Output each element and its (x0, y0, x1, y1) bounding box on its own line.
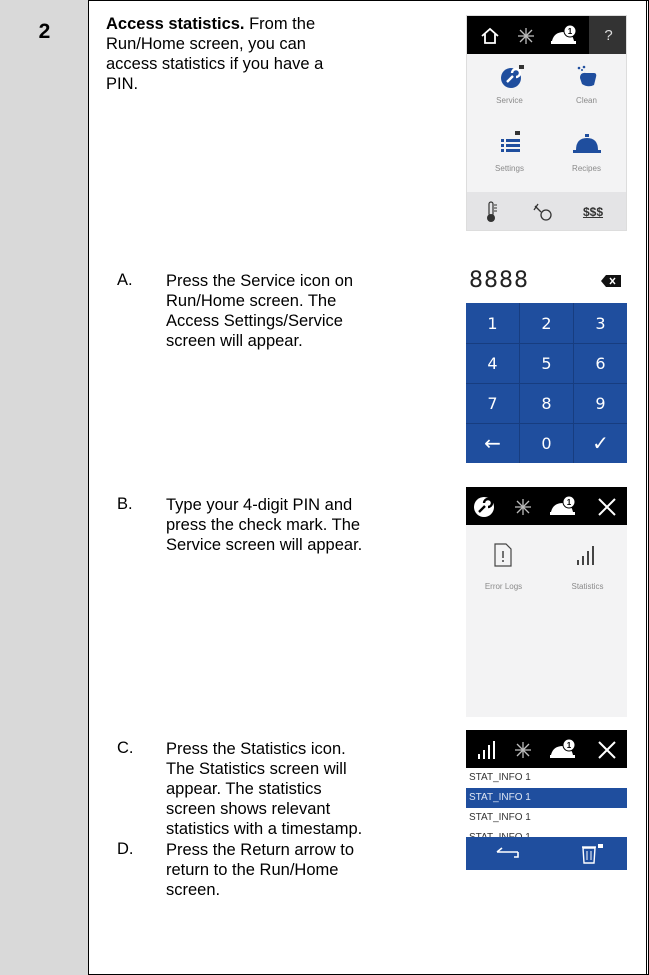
recipe-cloche-icon[interactable] (570, 128, 604, 158)
backspace-icon[interactable] (601, 274, 621, 287)
error-log-icon[interactable] (490, 542, 516, 568)
stat-row[interactable]: STAT_INFO 1 (466, 828, 627, 843)
delete-locked-icon[interactable] (578, 842, 606, 866)
substep-text-c: Press the Statistics icon. The Statistic… (166, 740, 363, 838)
keypad: 1 2 3 4 5 6 7 8 9 ← 0 ✓ (466, 303, 627, 463)
key-0[interactable]: 0 (520, 423, 573, 463)
home-screen: 1 ? Service Clean Settings Recipes $$$ (466, 15, 627, 231)
substep-letter-c: C. (117, 739, 134, 757)
statistics-screen: 1 STAT_INFO 1 STAT_INFO 1 STAT_INFO 1 ST… (466, 730, 627, 870)
intro-title: Access statistics. (106, 15, 245, 33)
home-top-bar: 1 ? (467, 16, 626, 54)
home-icon[interactable] (479, 25, 501, 47)
tile-label-error-logs: Error Logs (484, 582, 523, 591)
settings-list-icon[interactable] (497, 128, 527, 158)
tile-label-clean: Clean (576, 96, 597, 105)
stat-row[interactable]: STAT_INFO 1 (466, 768, 627, 788)
key-5[interactable]: 5 (520, 343, 573, 383)
statistics-footer (466, 837, 627, 870)
svg-text:1: 1 (568, 27, 573, 36)
substep-letter-d: D. (117, 840, 134, 858)
key-9[interactable]: 9 (574, 383, 627, 423)
cook-count-icon[interactable]: 1 (549, 23, 579, 47)
pin-display: 8888 (469, 268, 529, 293)
svg-text:1: 1 (567, 741, 572, 750)
cook-count-icon[interactable]: 1 (548, 494, 578, 518)
return-arrow-icon[interactable] (494, 843, 522, 865)
substep-letter-a: A. (117, 271, 133, 289)
key-8[interactable]: 8 (520, 383, 573, 423)
fan-icon[interactable] (512, 739, 534, 761)
intro-paragraph: Access statistics. From the Run/Home scr… (106, 14, 346, 94)
statistics-top-bar: 1 (466, 730, 627, 768)
step-number: 2 (38, 20, 51, 43)
substep-text-a: Press the Service icon on Run/Home scree… (166, 272, 354, 350)
substep-text-b: Type your 4-digit PIN and press the chec… (166, 496, 363, 554)
fan-icon[interactable] (512, 496, 534, 518)
service-wrench-icon[interactable] (497, 62, 527, 92)
key-6[interactable]: 6 (574, 343, 627, 383)
statistics-bars-icon (476, 739, 498, 761)
steam-icon[interactable]: $$$ (579, 202, 607, 222)
key-3[interactable]: 3 (574, 303, 627, 343)
stat-row-selected[interactable]: STAT_INFO 1 (466, 788, 627, 808)
help-icon[interactable]: ? (589, 16, 626, 54)
probe-icon[interactable] (531, 200, 555, 224)
tile-label-recipes: Recipes (572, 164, 601, 173)
service-wrench-icon (472, 495, 496, 519)
cook-count-icon[interactable]: 1 (548, 737, 578, 761)
substep-text-d: Press the Return arrow to return to the … (166, 841, 354, 899)
pin-screen: 8888 1 2 3 4 5 6 7 8 9 ← 0 ✓ (466, 260, 627, 463)
svg-text:1: 1 (567, 498, 572, 507)
key-1[interactable]: 1 (466, 303, 519, 343)
tile-label-service: Service (496, 96, 523, 105)
service-screen: 1 Error Logs Statistics (466, 487, 627, 717)
stat-row[interactable]: STAT_INFO 1 (466, 808, 627, 828)
table-right-border (646, 0, 647, 975)
thermometer-icon[interactable] (481, 200, 501, 224)
key-4[interactable]: 4 (466, 343, 519, 383)
substep-letter-b: B. (117, 495, 133, 513)
key-2[interactable]: 2 (520, 303, 573, 343)
home-bottom-bar: $$$ (467, 192, 626, 230)
check-mark-key[interactable]: ✓ (574, 423, 627, 463)
fan-icon[interactable] (515, 25, 537, 47)
close-icon[interactable] (594, 737, 620, 763)
clean-hand-icon[interactable] (572, 62, 602, 92)
tile-label-settings: Settings (495, 164, 524, 173)
service-top-bar: 1 (466, 487, 627, 525)
key-7[interactable]: 7 (466, 383, 519, 423)
close-icon[interactable] (594, 494, 620, 520)
statistics-bars-icon[interactable] (574, 542, 600, 568)
step-column: 2 (0, 0, 89, 975)
tile-label-statistics: Statistics (571, 582, 604, 591)
return-arrow-key[interactable]: ← (466, 423, 519, 463)
